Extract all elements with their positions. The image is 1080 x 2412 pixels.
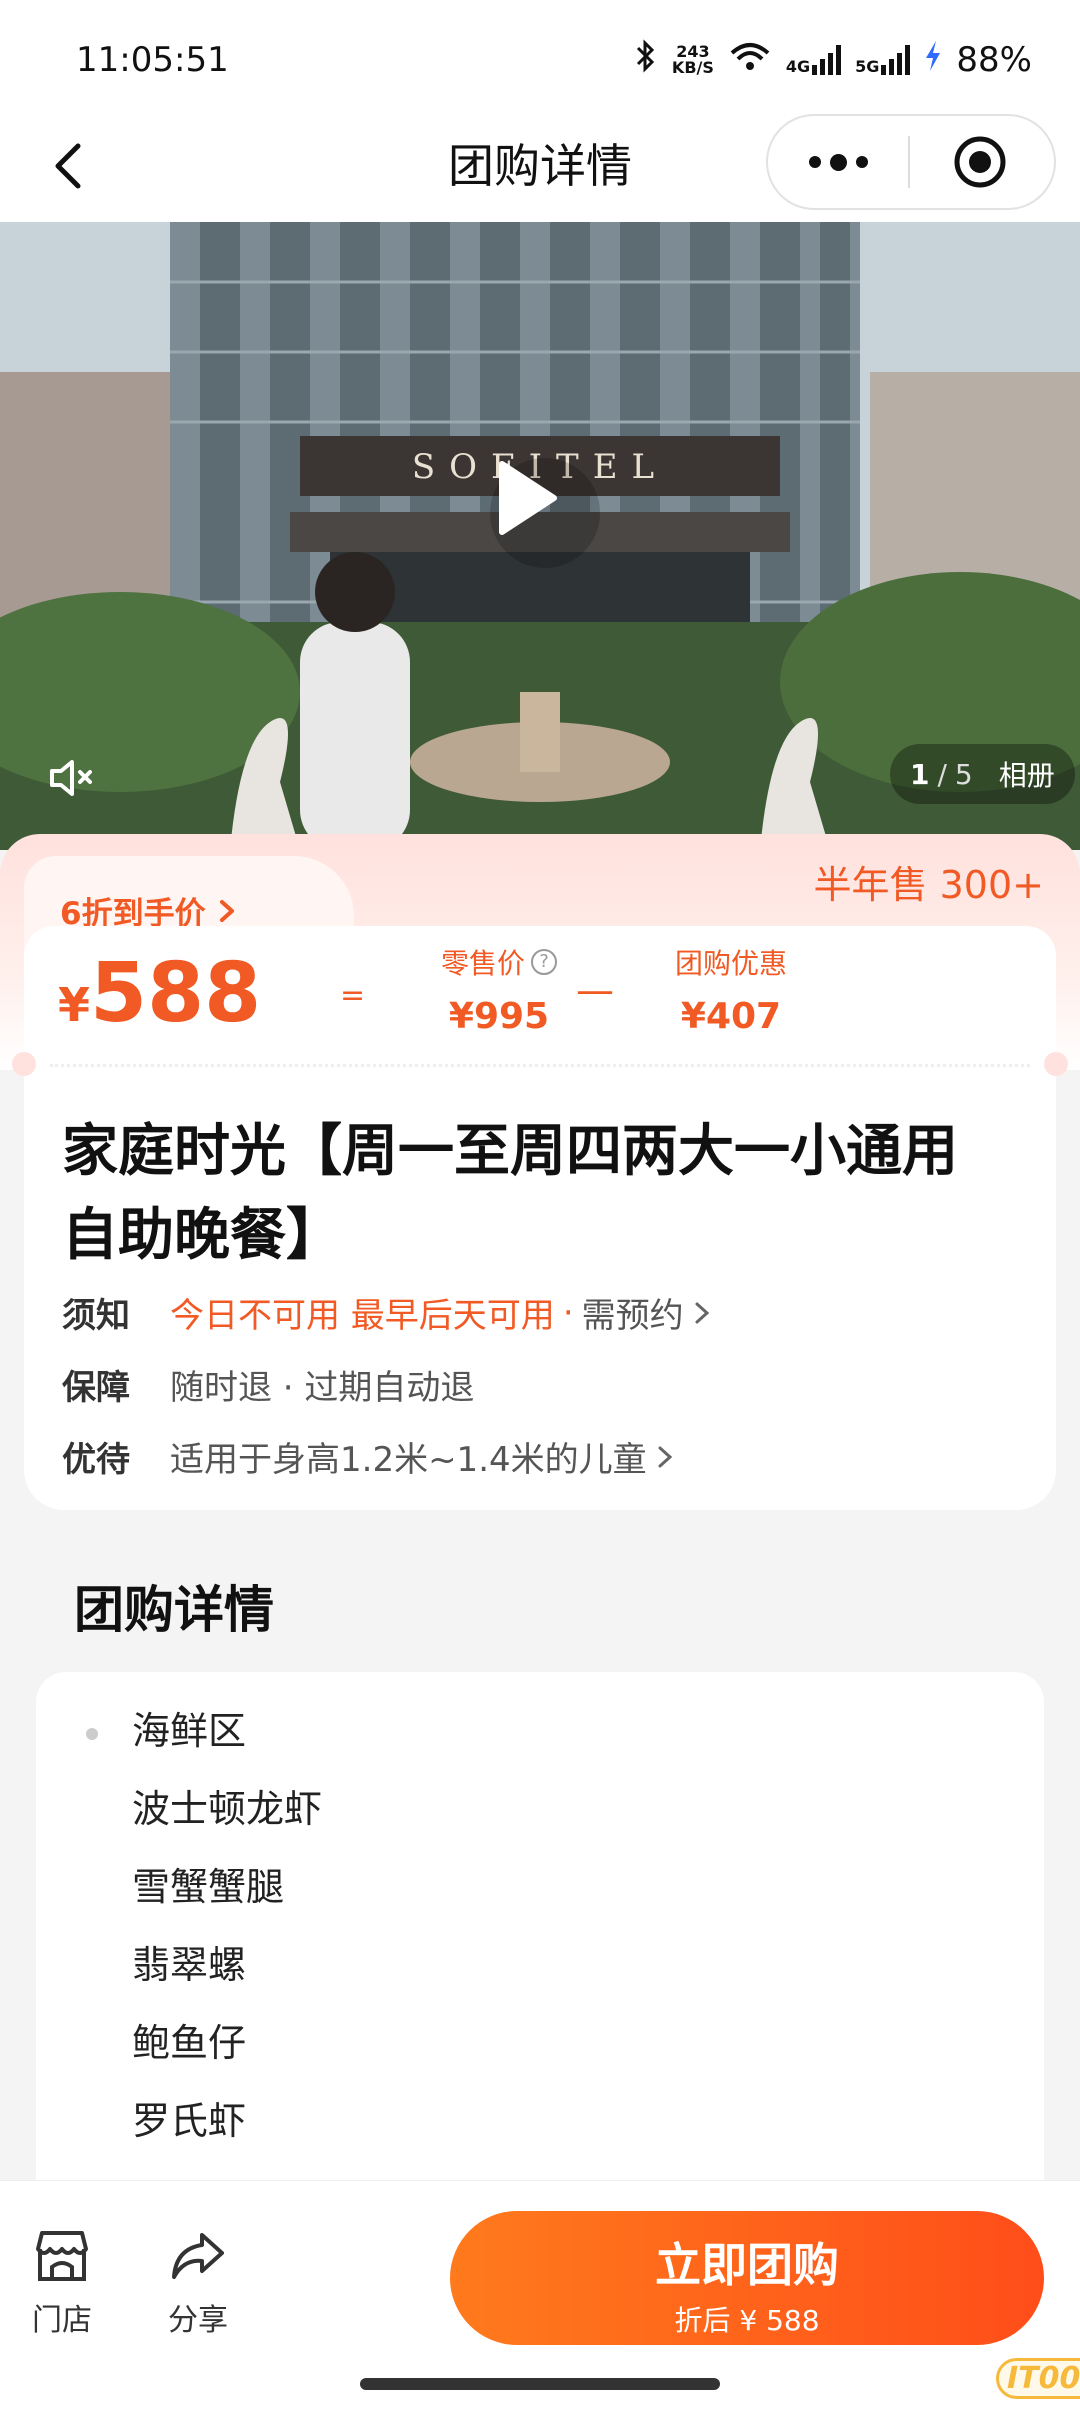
share-label: 分享 [168,2303,228,2338]
notice-row[interactable]: 须知 今日不可用 最早后天可用 · 需预约 [62,1288,712,1337]
notice-availability: 今日不可用 最早后天可用 [170,1296,555,1336]
chevron-right-icon [658,1446,672,1467]
bluetooth-icon [634,38,658,82]
back-button[interactable] [40,134,104,198]
battery-level: 88% [956,40,1032,80]
album-label: 相册 [998,759,1055,792]
list-item: 翡翠螺 [132,1943,247,1987]
watermark: IT007 [996,2358,1080,2399]
status-bar: 11:05:51 243 KB/S 4G 5G 88% [0,0,1080,120]
retail-value: ¥995 [448,996,550,1037]
price-breakdown: ¥588 = 零售价? ¥995 — 团购优惠 ¥407 [24,926,1056,1066]
dashed-divider [50,1064,1030,1067]
ticket-notch-right [1044,1052,1068,1076]
store-icon [36,2231,88,2281]
cell-5g-tag: 5G [855,57,880,76]
speaker-muted-icon [50,760,92,796]
album-current: 1 [910,757,930,791]
hero-media[interactable]: SOFITEL 1 / 5 相册 [0,222,1080,850]
nav-bar: 团购详情 [0,110,1080,222]
cell-signal-5g: 5G [855,45,911,76]
status-time: 11:05:51 [76,40,229,80]
guarantee-key: 保障 [62,1368,130,1408]
deal-info-card: 家庭时光【周一至周四两大一小通用自助晚餐】 须知 今日不可用 最早后天可用 · … [12,1052,1068,1510]
cell-signal-4g: 4G [785,45,842,76]
buy-now-label: 立即团购 [655,2238,839,2292]
ticket-notch-left [12,1052,36,1076]
final-price-currency: ¥ [58,978,91,1032]
notice-reservation: 需预约 [581,1296,684,1336]
list-item: 罗氏虾 [132,2099,247,2143]
status-icons: 243 KB/S 4G 5G 88% [634,38,1032,82]
net-speed-unit: KB/S [671,58,714,77]
price-card: 6折到手价 半年售 300+ ¥588 = 零售价? ¥995 — 团购优惠 ¥… [0,834,1080,1070]
album-separator: / [937,757,947,791]
net-speed: 243 KB/S [672,44,714,76]
list-item: 鲍鱼仔 [132,2021,247,2065]
album-total: 5 [954,757,973,791]
target-icon [954,136,1006,188]
list-item: 雪蟹蟹腿 [132,1865,285,1909]
promo-caption: 团购优惠 [674,947,787,980]
benefit-key: 优待 [62,1440,130,1480]
mini-program-capsule [766,114,1056,210]
retail-price: 零售价? ¥995 [404,942,594,1037]
share-icon [172,2233,224,2279]
charging-icon [924,39,942,82]
benefit-row[interactable]: 优待 适用于身高1.2米~1.4米的儿童 [62,1432,675,1481]
chevron-right-icon [220,900,235,922]
promo-value: ¥407 [680,996,782,1037]
list-item: 波士顿龙虾 [132,1787,323,1831]
details-section-title: 团购详情 [74,1581,274,1639]
final-price: ¥588 [58,946,261,1041]
home-indicator[interactable] [360,2378,720,2390]
final-price-value: 588 [90,946,262,1041]
buy-now-button[interactable]: 立即团购 折后 ¥ 588 [450,2211,1044,2345]
store-button[interactable]: 门店 [12,2227,112,2339]
promo-discount: 团购优惠 ¥407 [646,942,816,1037]
close-mini-program-button[interactable] [910,116,1050,208]
help-icon[interactable]: ? [531,949,557,975]
play-video-button[interactable] [490,458,600,568]
benefit-value: 适用于身高1.2米~1.4米的儿童 [170,1440,647,1480]
equals-sign: = [340,978,366,1013]
album-button[interactable]: 1 / 5 相册 [890,744,1075,804]
notice-key: 须知 [62,1296,130,1336]
play-icon [499,461,557,535]
cell-4g-tag: 4G [785,57,811,76]
sold-count: 半年售 300+ [813,863,1044,907]
deal-title: 家庭时光【周一至周四两大一小通用自助晚餐】 [62,1119,958,1268]
share-button[interactable]: 分享 [148,2227,248,2339]
minus-sign: — [576,968,614,1012]
more-button[interactable] [768,116,908,208]
notice-dot: · [562,1292,574,1333]
chevron-right-icon [695,1302,709,1323]
list-item: 海鲜区 [132,1709,247,1753]
store-label: 门店 [32,2303,92,2338]
list-bullet [86,1728,98,1740]
retail-caption: 零售价 [440,947,525,980]
wifi-icon [728,39,772,82]
guarantee-value: 随时退 · 过期自动退 [170,1368,475,1408]
chevron-left-icon [55,143,81,189]
mute-button[interactable] [44,750,100,806]
guarantee-row: 保障 随时退 · 过期自动退 [62,1360,474,1409]
buy-now-price: 折后 ¥ 588 [674,2304,820,2337]
